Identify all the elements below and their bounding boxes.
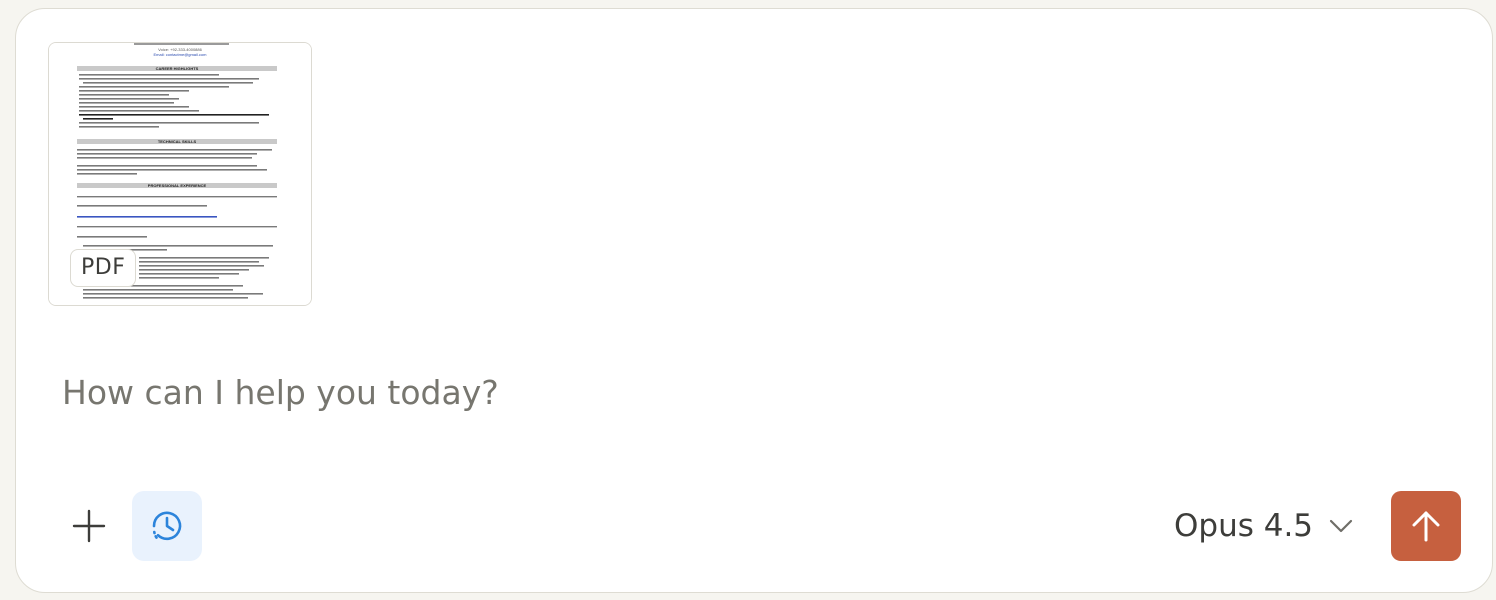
thumb-section-1: CAREER HIGHLIGHTS [156,66,199,71]
thumb-section-3: PROFESSIONAL EXPERIENCE [148,183,207,188]
history-button[interactable] [132,491,202,561]
add-button[interactable] [54,491,124,561]
composer: Voice: +92-333-4000886 Email: contactme@… [15,8,1493,593]
chevron-down-icon [1329,519,1353,533]
prompt-input[interactable] [62,373,1442,412]
plus-icon [72,509,106,543]
pdf-attachment[interactable]: Voice: +92-333-4000886 Email: contactme@… [48,42,312,306]
arrow-up-icon [1412,511,1440,542]
send-button[interactable] [1391,491,1461,561]
thumb-email: Email: contactme@gmail.com [154,52,208,57]
pdf-badge: PDF [70,249,137,287]
model-selector[interactable]: Opus 4.5 [1174,499,1353,553]
model-selector-label: Opus 4.5 [1174,508,1314,544]
thumb-section-2: TECHNICAL SKILLS [158,139,197,144]
history-clock-icon [152,511,182,541]
